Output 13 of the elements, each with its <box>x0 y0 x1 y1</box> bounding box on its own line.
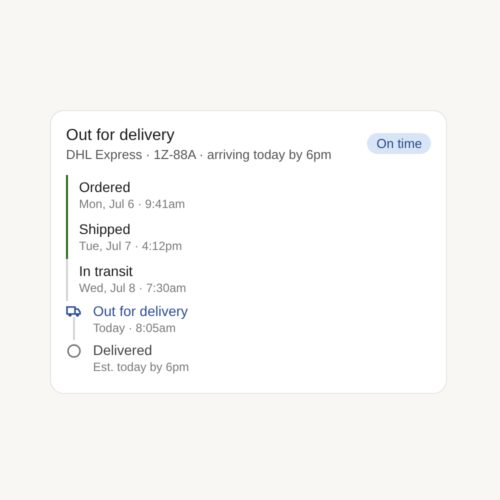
step-label: Shipped <box>79 220 132 238</box>
status-badge: On time <box>367 133 431 154</box>
step-time: Today · 8:05am <box>93 320 177 336</box>
shipment-details: DHL Express · 1Z-88A · arriving today by 6pm <box>66 146 332 164</box>
step-label: In transit <box>79 262 134 280</box>
step-label: Ordered <box>79 178 132 196</box>
step-time: Mon, Jul 6 · 9:41am <box>79 196 186 212</box>
step-time: Wed, Jul 8 · 7:30am <box>79 280 186 296</box>
step-time: Tue, Jul 7 · 4:12pm <box>79 238 182 254</box>
step-label: Out for delivery <box>93 302 188 320</box>
status-title: Out for delivery <box>66 126 176 146</box>
step-label: Delivered <box>93 341 154 359</box>
step-time: Est. today by 6pm <box>93 359 190 375</box>
